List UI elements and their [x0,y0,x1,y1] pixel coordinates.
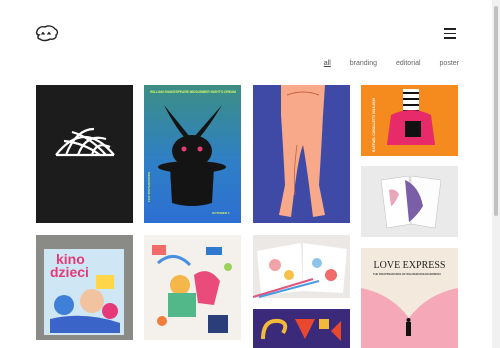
project-tile-editorial-illustration[interactable] [144,235,241,340]
kino-illustration [50,275,120,333]
scrollbar-thumb[interactable] [494,6,498,216]
page-scrollbar[interactable] [492,0,500,348]
love-illustration [361,288,458,348]
logo-icon[interactable] [35,24,59,44]
project-tile-midsummer-poster[interactable]: WILLIAM SHAKESPEARE MIDSUMMER NIGHT'S DR… [144,85,241,223]
project-tile-figure-poster[interactable] [253,85,350,223]
poster-date: OCTOBER 4 [212,211,230,215]
filter-editorial[interactable]: editorial [396,60,421,67]
filter-all[interactable]: all [324,60,331,67]
project-tile-geometric[interactable] [253,309,350,348]
editorial-illustration [152,245,232,333]
project-tile-kino-dzieci[interactable]: kino dzieci [36,235,133,340]
magazine-illustration [253,243,347,298]
project-tile-book[interactable] [361,166,458,237]
filter-branding[interactable]: branding [350,60,377,67]
project-tile-dome-logo[interactable] [36,85,133,223]
category-filters: all branding editorial poster [305,60,459,67]
poster-side-text: SHAKESPEARE 2014 [147,171,152,203]
menu-icon[interactable] [444,28,456,39]
concert-side-text: RAFFAEL CAVALLETTI 2018-2019 [372,97,377,153]
dome-icon [55,127,115,157]
project-tile-love-express[interactable]: LOVE EXPRESS THE DISAPPEARANCE OF WALDEM… [361,248,458,348]
book-illustration [380,175,442,229]
filter-poster[interactable]: poster [440,60,459,67]
geometric-pattern [261,318,341,341]
project-tile-magazine[interactable] [253,235,350,298]
figure-illustration [279,85,325,217]
rabbit-hat-icon [158,105,226,206]
project-tile-concert-poster[interactable]: RAFFAEL CAVALLETTI 2018-2019 [361,85,458,156]
